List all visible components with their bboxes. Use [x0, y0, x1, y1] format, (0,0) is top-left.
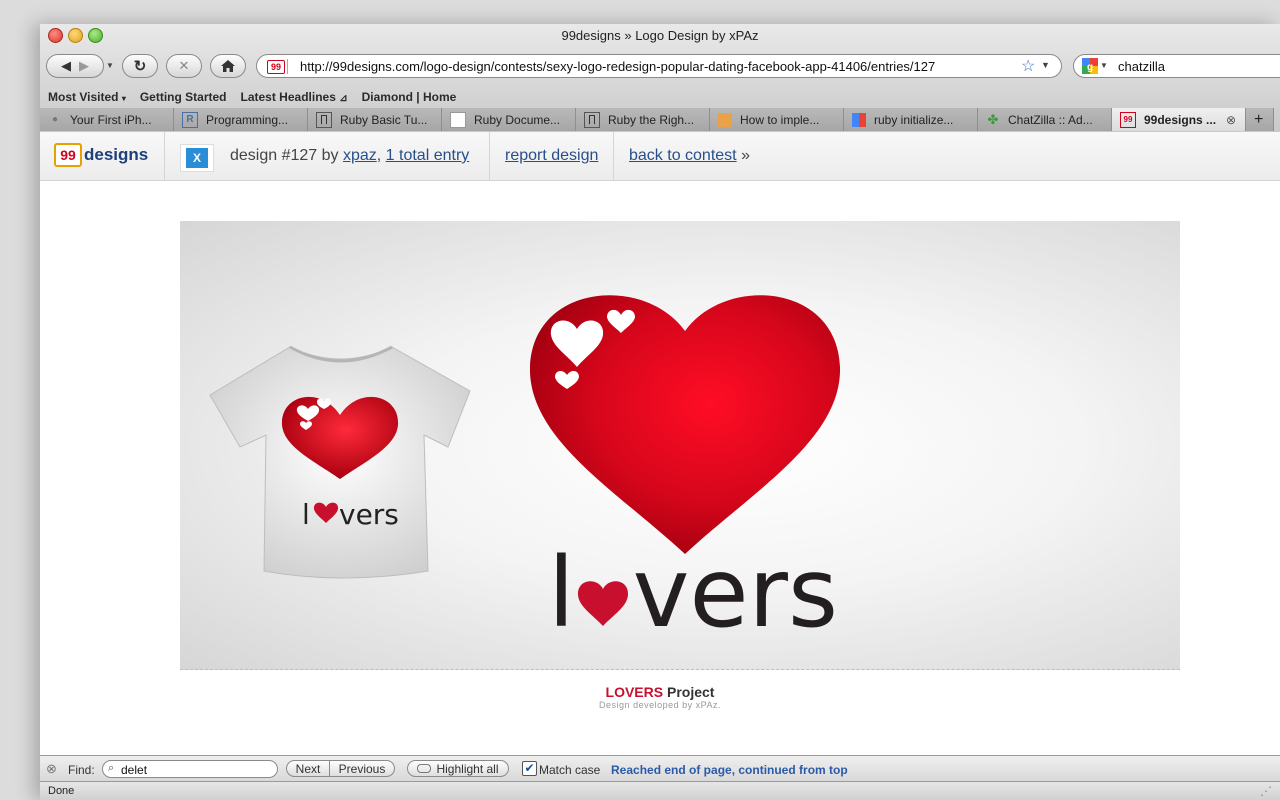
google-search-engine-icon[interactable]: g	[1082, 58, 1098, 74]
svg-text:g: g	[1087, 62, 1093, 73]
google-icon	[852, 112, 866, 127]
stack-icon	[718, 112, 732, 127]
puzzle-icon: ✤	[987, 111, 999, 127]
back-forward-buttons[interactable]: ◀ ▶	[46, 54, 104, 78]
search-engine-dropdown-icon[interactable]: ▼	[1100, 61, 1108, 70]
tshirt-mockup: l vers	[209, 345, 471, 579]
status-bar: Done ⋰	[40, 781, 1280, 800]
header-divider	[489, 132, 490, 180]
document-icon	[450, 111, 466, 128]
avatar-letter: X	[186, 148, 208, 168]
new-tab-button[interactable]: +	[1246, 108, 1274, 131]
design-caption-subtitle: Design developed by xPAz.	[599, 700, 721, 710]
wordmark-l: l	[548, 537, 575, 649]
tshirt-wordmark-vers: vers	[339, 498, 399, 531]
find-input[interactable]: ⌕ delet	[102, 760, 278, 778]
url-dropdown-icon[interactable]: ▼	[1041, 60, 1050, 70]
home-icon	[221, 60, 235, 72]
stop-icon: ✕	[178, 58, 190, 73]
tab-how-to-implement[interactable]: How to imple...	[710, 108, 844, 131]
match-case-label[interactable]: Match case	[539, 763, 600, 777]
reload-icon: ↻	[133, 58, 147, 75]
tab-programming[interactable]: R Programming...	[174, 108, 308, 131]
back-to-contest-link[interactable]: back to contest »	[629, 147, 750, 165]
header-divider	[613, 132, 614, 180]
bookmark-star-icon[interactable]: ☆	[1021, 56, 1035, 76]
tab-ruby-the-right-way[interactable]: ∏ Ruby the Righ...	[576, 108, 710, 131]
window-title: 99designs » Logo Design by xPAz	[561, 28, 759, 43]
logo-word: designs	[84, 145, 149, 164]
find-next-button[interactable]: Next	[286, 760, 330, 777]
highlight-icon	[417, 764, 432, 773]
tab-ruby-initialize[interactable]: ruby initialize...	[844, 108, 978, 131]
highlight-all-button[interactable]: Highlight all	[407, 760, 509, 777]
caption-rest: Project	[667, 684, 715, 700]
design-caption-title: LOVERS Project	[40, 684, 1280, 700]
tab-ruby-documentation[interactable]: Ruby Docume...	[442, 108, 576, 131]
99-icon: 99	[1120, 111, 1136, 128]
search-input[interactable]: chatzilla	[1118, 59, 1165, 74]
tab-your-first-iphone[interactable]: ● Your First iPh...	[40, 108, 174, 131]
find-label: Find:	[68, 763, 95, 777]
bookmark-latest-headlines[interactable]: Latest Headlines ⊿	[241, 90, 348, 104]
url-text[interactable]: http://99designs.com/logo-design/contest…	[300, 59, 935, 74]
browser-window: 99designs » Logo Design by xPAz ◀ ▶ ▼ ↻ …	[40, 24, 1280, 800]
match-case-checkbox[interactable]: ✔	[522, 761, 537, 776]
wordmark-vers: vers	[632, 537, 839, 649]
reload-button[interactable]: ↻	[122, 54, 158, 78]
search-bar[interactable]: g ▼ chatzilla	[1073, 54, 1280, 78]
url-divider	[287, 59, 288, 74]
site-favicon-icon: 99	[267, 60, 285, 74]
history-dropdown-icon[interactable]: ▼	[106, 61, 114, 70]
design-info: design #127 by xpaz, 1 total entry	[230, 147, 470, 164]
apple-icon: ●	[51, 114, 59, 125]
lovers-heart-logo	[529, 295, 841, 554]
bookmark-getting-started[interactable]: Getting Started	[140, 90, 227, 104]
bookmark-most-visited[interactable]: Most Visited ▾	[48, 90, 126, 104]
lovers-wordmark: l vers	[548, 531, 838, 641]
tab-ruby-basic[interactable]: ∏ Ruby Basic Tu...	[308, 108, 442, 131]
total-entries-link[interactable]: 1 total entry	[386, 147, 470, 164]
wordmark-heart-icon	[577, 581, 628, 626]
tab-chatzilla[interactable]: ✤ ChatZilla :: Ad...	[978, 108, 1112, 131]
home-button[interactable]	[210, 54, 246, 78]
logo-box: 99	[54, 143, 82, 167]
find-bar: ⊗ Find: ⌕ delet Next Previous Highlight …	[40, 755, 1280, 782]
design-image: l vers l vers	[180, 221, 1180, 670]
design-number: design #127 by	[230, 147, 339, 164]
rss-icon: ⊿	[339, 93, 348, 104]
page-icon: ∏	[316, 111, 332, 128]
bookmarks-toolbar: Most Visited ▾ Getting Started Latest He…	[48, 90, 456, 104]
bookmark-diamond-home[interactable]: Diamond | Home	[362, 90, 457, 104]
url-bar[interactable]: 99 http://99designs.com/logo-design/cont…	[256, 54, 1062, 78]
designer-link[interactable]: xpaz	[343, 147, 377, 164]
find-input-value[interactable]: delet	[121, 763, 147, 777]
back-arrow-icon[interactable]: ◀	[61, 58, 71, 74]
designer-avatar[interactable]: X	[180, 144, 214, 172]
page-icon: ∏	[584, 111, 600, 128]
r-icon: R	[182, 111, 198, 128]
close-tab-icon[interactable]: ⊗	[1226, 113, 1236, 127]
report-design-link[interactable]: report design	[505, 147, 598, 165]
site-header: 99 designs X design #127 by xpaz, 1 tota…	[40, 132, 1280, 181]
tshirt-wordmark-l: l	[302, 498, 310, 531]
close-find-bar-icon[interactable]: ⊗	[46, 761, 57, 777]
plus-icon: +	[1254, 110, 1264, 128]
browser-chrome: 99designs » Logo Design by xPAz ◀ ▶ ▼ ↻ …	[40, 24, 1280, 133]
find-status-text: Reached end of page, continued from top	[611, 763, 848, 777]
find-previous-button[interactable]: Previous	[329, 760, 395, 777]
caption-brand: LOVERS	[605, 684, 664, 700]
header-divider	[164, 132, 165, 180]
status-text: Done	[48, 785, 75, 797]
magnifier-icon: ⌕	[108, 762, 115, 774]
99designs-logo[interactable]: 99 designs	[54, 143, 148, 167]
tab-strip: ● Your First iPh... R Programming... ∏ Ruby…	[40, 108, 1280, 132]
tab-99designs[interactable]: 99 99designs ... ⊗	[1112, 108, 1246, 131]
resize-grip-icon[interactable]: ⋰	[1260, 784, 1272, 798]
stop-button[interactable]: ✕	[166, 54, 202, 78]
forward-arrow-icon[interactable]: ▶	[79, 58, 89, 74]
